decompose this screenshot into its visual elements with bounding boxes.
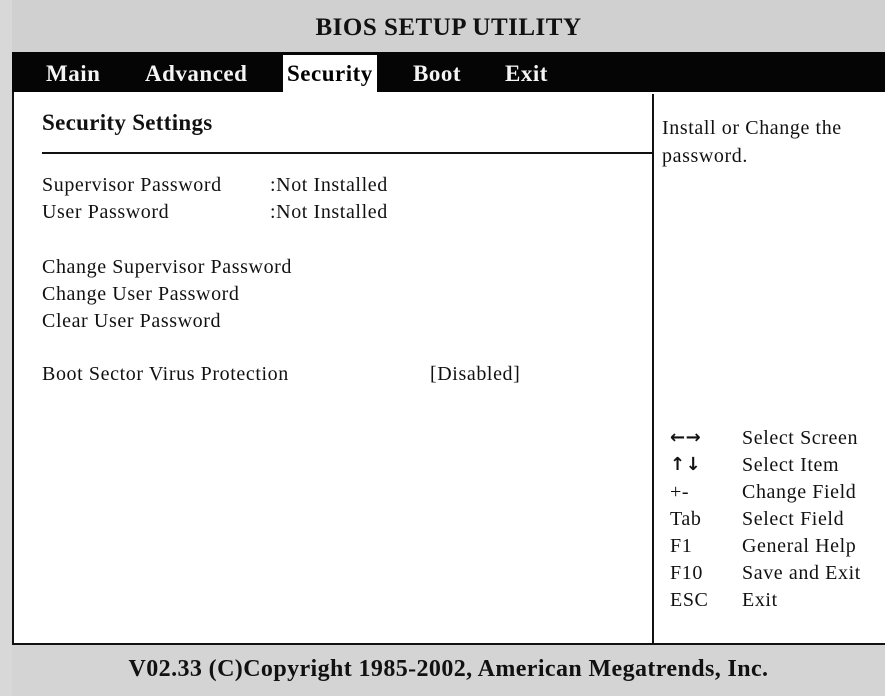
key-description: Select Field (742, 508, 845, 530)
change-supervisor-password-item[interactable]: Change Supervisor Password (42, 256, 292, 279)
bios-title: BIOS SETUP UTILITY (12, 0, 885, 52)
key-label: Tab (670, 508, 702, 530)
key-description: Save and Exit (742, 562, 861, 584)
menu-tab-boot[interactable]: Boot (413, 55, 461, 92)
key-label: F10 (670, 562, 703, 584)
section-title: Security Settings (42, 110, 213, 135)
menu-tab-advanced[interactable]: Advanced (145, 55, 247, 92)
supervisor-password-status: :Not Installed (270, 174, 388, 196)
menu-tab-main[interactable]: Main (46, 55, 100, 92)
menu-tab-security[interactable]: Security (283, 55, 377, 92)
key-label: F1 (670, 535, 693, 557)
key-label: +- (670, 481, 690, 503)
key-description: General Help (742, 535, 857, 557)
key-description: Exit (742, 589, 778, 611)
key-description: Change Field (742, 481, 857, 503)
boot-sector-virus-protection-value[interactable]: [Disabled] (430, 363, 520, 386)
clear-user-password-item[interactable]: Clear User Password (42, 310, 221, 333)
settings-panel: Security Settings Supervisor Password :N… (12, 92, 885, 645)
left-right-arrow-icon: ←→ (670, 427, 702, 448)
user-password-status: :Not Installed (270, 201, 388, 223)
help-panel-divider (652, 94, 654, 643)
key-description: Select Screen (742, 427, 859, 449)
user-password-label: User Password (42, 201, 170, 223)
supervisor-password-label: Supervisor Password (42, 174, 222, 196)
menu-tab-exit[interactable]: Exit (505, 55, 548, 92)
help-text: Install or Change the password. (662, 117, 842, 167)
key-label: ESC (670, 589, 709, 611)
menu-bar: Main Advanced Security Boot Exit (12, 52, 885, 92)
section-divider (42, 152, 652, 154)
change-user-password-item[interactable]: Change User Password (42, 283, 240, 306)
copyright-footer: V02.33 (C)Copyright 1985-2002, American … (12, 645, 885, 696)
boot-sector-virus-protection-label[interactable]: Boot Sector Virus Protection (42, 363, 289, 386)
key-description: Select Item (742, 454, 840, 476)
up-down-arrow-icon: ↑↓ (670, 454, 702, 475)
